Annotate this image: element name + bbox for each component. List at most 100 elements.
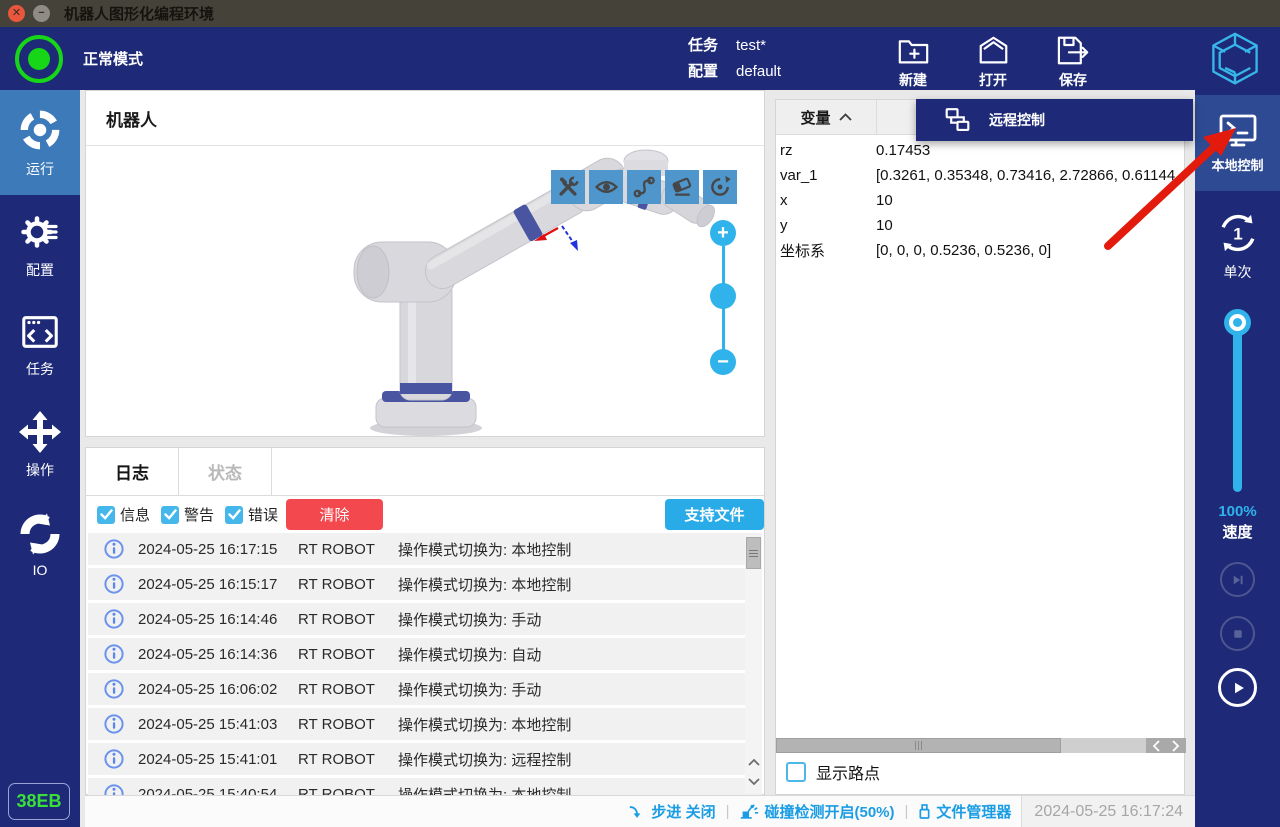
zoom-slider-handle[interactable]	[710, 283, 736, 309]
usb-drive-icon	[918, 803, 931, 820]
step-mode-label: 步进 关闭	[651, 801, 715, 822]
remote-control-menu-item[interactable]: 远程控制	[916, 99, 1193, 141]
tools-button[interactable]	[551, 170, 585, 204]
variable-name: x	[780, 192, 876, 209]
file-manager-button[interactable]: 文件管理器	[918, 801, 1011, 822]
collapse-chevron-icon[interactable]	[839, 113, 852, 121]
svg-text:1: 1	[1233, 224, 1242, 243]
sidebar-item-config[interactable]: 配置	[0, 195, 80, 295]
variables-title: 变量	[800, 107, 830, 128]
robot-3d-view[interactable]: + −	[86, 146, 764, 437]
log-entry[interactable]: 2024-05-25 15:41:03RT ROBOT操作模式切换为: 本地控制	[88, 708, 762, 740]
reset-view-button[interactable]	[703, 170, 737, 204]
erase-button[interactable]	[665, 170, 699, 204]
variable-value: 0.17453	[876, 142, 1184, 159]
log-time: 2024-05-25 15:41:01	[138, 751, 298, 768]
variables-hscrollbar[interactable]	[776, 738, 1148, 753]
run-icon	[17, 107, 63, 153]
speed-slider-track[interactable]	[1233, 312, 1242, 492]
scroll-down-icon[interactable]	[745, 773, 762, 791]
log-source: RT ROBOT	[298, 646, 386, 663]
remote-control-label: 远程控制	[989, 110, 1045, 130]
variable-row[interactable]: 坐标系[0, 0, 0, 0.5236, 0.5236, 0]	[776, 238, 1184, 263]
variable-row[interactable]: x10	[776, 188, 1184, 213]
status-bar: 步进 关闭 | 碰撞检测开启(50%) | 文件管理器 2024-05-25 1…	[85, 795, 1195, 827]
log-scrollbar-thumb[interactable]	[746, 537, 761, 569]
log-entry[interactable]: 2024-05-25 16:14:36RT ROBOT操作模式切换为: 自动	[88, 638, 762, 670]
variables-hscrollbar-thumb[interactable]	[776, 738, 1061, 753]
log-scrollbar[interactable]	[745, 535, 762, 793]
visibility-button[interactable]	[589, 170, 623, 204]
sidebar-label-run: 运行	[26, 159, 54, 179]
collision-detection-toggle[interactable]: 碰撞检测开启(50%)	[739, 801, 894, 822]
log-tab-日志[interactable]: 日志	[86, 448, 179, 495]
checkbox-警告[interactable]	[161, 506, 179, 524]
task-icon	[18, 311, 62, 353]
local-control-button[interactable]: 本地控制	[1195, 95, 1280, 191]
scroll-up-icon[interactable]	[745, 753, 762, 771]
log-entry[interactable]: 2024-05-25 16:17:15RT ROBOT操作模式切换为: 本地控制	[88, 533, 762, 565]
minimize-window-icon[interactable]: −	[33, 5, 50, 22]
filter-错误[interactable]: 错误	[225, 504, 278, 525]
open-button[interactable]: 打开	[961, 33, 1025, 90]
scroll-right-icon[interactable]	[1166, 738, 1186, 753]
variable-row[interactable]: y10	[776, 213, 1184, 238]
checkbox-信息[interactable]	[97, 506, 115, 524]
zoom-in-button[interactable]: +	[710, 220, 736, 246]
show-waypoints-label: 显示路点	[816, 760, 880, 784]
log-panel: 日志状态 信息警告错误 清除 支持文件 2024-05-25 16:17:15R…	[85, 447, 765, 795]
sidebar-item-task[interactable]: 任务	[0, 295, 80, 395]
log-entry[interactable]: 2024-05-25 16:15:17RT ROBOT操作模式切换为: 本地控制	[88, 568, 762, 600]
step-mode-toggle[interactable]: 步进 关闭	[628, 801, 715, 822]
show-waypoints-toggle[interactable]: 显示路点	[786, 760, 880, 784]
close-window-icon[interactable]: ✕	[8, 5, 25, 22]
filter-信息[interactable]: 信息	[97, 504, 150, 525]
log-list: 2024-05-25 16:17:15RT ROBOT操作模式切换为: 本地控制…	[86, 533, 764, 795]
log-entry[interactable]: 2024-05-25 15:40:54RT ROBOT操作模式切换为: 本地控制	[88, 778, 762, 795]
sidebar-item-io[interactable]: IO	[0, 495, 80, 595]
support-file-button[interactable]: 支持文件	[665, 499, 764, 530]
log-tab-状态[interactable]: 状态	[179, 448, 272, 495]
log-filter-row: 信息警告 错误 清除 支持文件	[86, 496, 764, 533]
variable-row[interactable]: rz0.17453	[776, 138, 1184, 163]
single-run-button[interactable]: 1 单次	[1195, 208, 1280, 290]
stop-button[interactable]	[1220, 616, 1255, 651]
info-icon	[104, 644, 124, 664]
log-entry[interactable]: 2024-05-25 15:41:01RT ROBOT操作模式切换为: 远程控制	[88, 743, 762, 775]
robot-panel-title: 机器人	[106, 106, 157, 131]
zoom-out-button[interactable]: −	[710, 349, 736, 375]
checkbox-错误[interactable]	[225, 506, 243, 524]
clear-log-button[interactable]: 清除	[286, 499, 383, 530]
sidebar-item-operate[interactable]: 操作	[0, 395, 80, 495]
variable-name: y	[780, 217, 876, 234]
filter-警告[interactable]: 警告	[161, 504, 214, 525]
filter-label-错误: 错误	[248, 504, 278, 525]
left-sidebar: 运行配置任务操作IO	[0, 90, 80, 827]
trajectory-button[interactable]	[627, 170, 661, 204]
tools-icon	[555, 174, 581, 200]
new-label: 新建	[899, 70, 927, 90]
play-button[interactable]	[1218, 668, 1257, 707]
log-time: 2024-05-25 16:17:15	[138, 541, 298, 558]
speed-slider-handle[interactable]	[1224, 309, 1251, 336]
stop-icon	[1229, 625, 1247, 643]
sidebar-item-run[interactable]: 运行	[0, 90, 80, 195]
variable-row[interactable]: var_1[0.3261, 0.35348, 0.73416, 2.72866,…	[776, 163, 1184, 188]
save-icon	[1055, 33, 1092, 66]
save-button[interactable]: 保存	[1041, 33, 1105, 90]
log-entry[interactable]: 2024-05-25 16:14:46RT ROBOT操作模式切换为: 手动	[88, 603, 762, 635]
play-icon	[1228, 678, 1248, 698]
log-message: 操作模式切换为: 本地控制	[398, 574, 571, 595]
scroll-left-icon[interactable]	[1146, 738, 1166, 753]
local-control-label: 本地控制	[1211, 155, 1263, 174]
new-button[interactable]: 新建	[881, 33, 945, 90]
step-next-button[interactable]	[1220, 562, 1255, 597]
log-message: 操作模式切换为: 自动	[398, 644, 541, 665]
sidebar-label-config: 配置	[26, 260, 54, 280]
show-waypoints-checkbox[interactable]	[786, 762, 806, 782]
save-label: 保存	[1059, 70, 1087, 90]
variables-header-tab[interactable]: 变量	[776, 100, 877, 134]
log-entry[interactable]: 2024-05-25 16:06:02RT ROBOT操作模式切换为: 手动	[88, 673, 762, 705]
info-icon	[104, 749, 124, 769]
variable-name: rz	[780, 142, 876, 159]
